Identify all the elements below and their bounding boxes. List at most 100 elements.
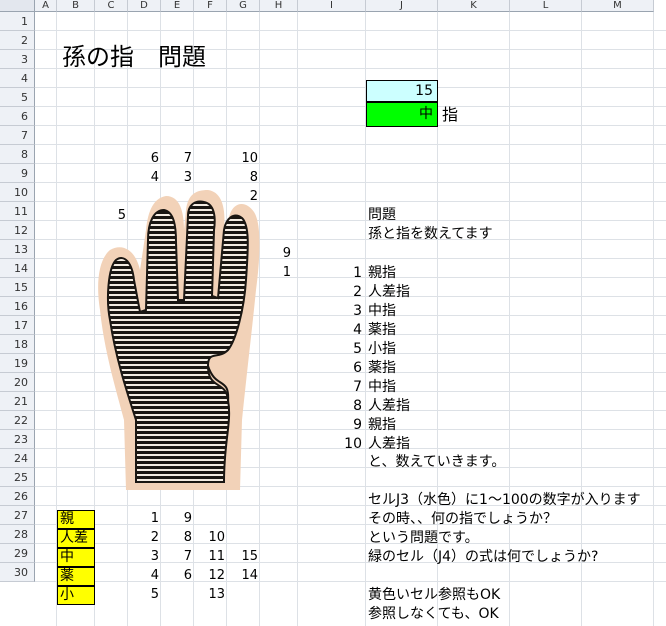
- row-header-18[interactable]: 18: [0, 335, 35, 354]
- column-header-b[interactable]: B: [57, 0, 95, 12]
- row-header-1[interactable]: 1: [0, 12, 35, 31]
- sheet-title[interactable]: 孫の指 問題: [62, 42, 206, 72]
- count-number[interactable]: 3: [330, 302, 362, 320]
- cell-d7[interactable]: 4: [135, 169, 159, 187]
- hand-illustration-icon[interactable]: [96, 190, 262, 496]
- row-header-19[interactable]: 19: [0, 354, 35, 373]
- finger-table-value[interactable]: 6: [168, 567, 192, 585]
- count-finger[interactable]: 人差指: [368, 283, 410, 301]
- problem-line-30[interactable]: 参照しなくても、OK: [368, 605, 499, 623]
- column-header-l[interactable]: L: [510, 0, 582, 12]
- count-finger[interactable]: 親指: [368, 264, 396, 282]
- count-finger[interactable]: 薬指: [368, 321, 396, 339]
- finger-table-value[interactable]: 12: [201, 567, 225, 585]
- finger-table-value[interactable]: 14: [234, 567, 258, 585]
- count-finger[interactable]: 小指: [368, 340, 396, 358]
- column-header-g[interactable]: G: [227, 0, 260, 12]
- finger-table-value[interactable]: 10: [201, 529, 225, 547]
- row-header-30[interactable]: 30: [0, 563, 35, 582]
- cell-h12[interactable]: 1: [267, 264, 291, 282]
- finger-table-value[interactable]: 5: [135, 586, 159, 604]
- row-header-15[interactable]: 15: [0, 278, 35, 297]
- row-header-3[interactable]: 3: [0, 50, 35, 69]
- finger-table-value[interactable]: 11: [201, 548, 225, 566]
- count-finger[interactable]: 人差指: [368, 435, 410, 453]
- problem-line-25[interactable]: その時、、何の指でしょうか？: [368, 510, 557, 528]
- row-header-2[interactable]: 2: [0, 31, 35, 50]
- finger-table-value[interactable]: 2: [135, 529, 159, 547]
- column-header-i[interactable]: I: [298, 0, 366, 12]
- count-finger[interactable]: 人差指: [368, 397, 410, 415]
- finger-label-cell[interactable]: 小: [57, 586, 95, 605]
- column-header-a[interactable]: A: [35, 0, 57, 12]
- problem-line-27[interactable]: 緑のセル（J4）の式は何でしょうか?: [368, 548, 598, 566]
- row-header-7[interactable]: 7: [0, 126, 35, 145]
- finger-table-value[interactable]: 3: [135, 548, 159, 566]
- column-header-f[interactable]: F: [194, 0, 227, 12]
- count-number[interactable]: 4: [330, 321, 362, 339]
- finger-label-cell[interactable]: 薬: [57, 567, 95, 586]
- problem-heading[interactable]: 問題: [368, 206, 396, 224]
- column-header-c[interactable]: C: [95, 0, 128, 12]
- row-header-23[interactable]: 23: [0, 430, 35, 449]
- cell-d6[interactable]: 6: [135, 150, 159, 168]
- finger-label-cell[interactable]: 人差: [57, 529, 95, 548]
- row-header-6[interactable]: 6: [0, 107, 35, 126]
- column-header-j[interactable]: J: [366, 0, 438, 12]
- input-cell-j3[interactable]: 15: [366, 80, 438, 102]
- row-header-9[interactable]: 9: [0, 164, 35, 183]
- row-header-5[interactable]: 5: [0, 88, 35, 107]
- cell-h11[interactable]: 9: [267, 245, 291, 263]
- row-header-26[interactable]: 26: [0, 487, 35, 506]
- cell-g7[interactable]: 8: [234, 169, 258, 187]
- finger-table-value[interactable]: 8: [168, 529, 192, 547]
- count-number[interactable]: 1: [330, 264, 362, 282]
- row-header-16[interactable]: 16: [0, 297, 35, 316]
- column-header-k[interactable]: K: [438, 0, 510, 12]
- cell-e7[interactable]: 3: [168, 169, 192, 187]
- row-header-21[interactable]: 21: [0, 392, 35, 411]
- row-header-29[interactable]: 29: [0, 544, 35, 563]
- row-header-24[interactable]: 24: [0, 449, 35, 468]
- count-number[interactable]: 2: [330, 283, 362, 301]
- finger-table-value[interactable]: 9: [168, 510, 192, 528]
- count-number[interactable]: 7: [330, 378, 362, 396]
- row-header-11[interactable]: 11: [0, 202, 35, 221]
- count-finger[interactable]: 薬指: [368, 359, 396, 377]
- count-number[interactable]: 10: [330, 435, 362, 453]
- finger-table-value[interactable]: 4: [135, 567, 159, 585]
- column-header-m[interactable]: M: [582, 0, 654, 12]
- row-header-20[interactable]: 20: [0, 373, 35, 392]
- finger-label-cell[interactable]: 親: [57, 510, 95, 529]
- row-header-8[interactable]: 8: [0, 145, 35, 164]
- problem-intro[interactable]: 孫と指を数えてます: [368, 225, 493, 243]
- result-cell-j4[interactable]: 中: [366, 102, 438, 127]
- row-header-12[interactable]: 12: [0, 221, 35, 240]
- count-number[interactable]: 8: [330, 397, 362, 415]
- row-header-10[interactable]: 10: [0, 183, 35, 202]
- cell-g6[interactable]: 10: [234, 150, 258, 168]
- finger-label-k4[interactable]: 指: [442, 104, 458, 126]
- row-header-27[interactable]: 27: [0, 506, 35, 525]
- problem-line-29[interactable]: 黄色いセル参照もOK: [368, 586, 500, 604]
- finger-table-value[interactable]: 15: [234, 548, 258, 566]
- count-number[interactable]: 5: [330, 340, 362, 358]
- count-number[interactable]: 6: [330, 359, 362, 377]
- finger-table-value[interactable]: 13: [201, 586, 225, 604]
- count-finger[interactable]: 親指: [368, 416, 396, 434]
- continue-text[interactable]: と、数えていきます。: [368, 453, 505, 471]
- column-header-d[interactable]: D: [128, 0, 161, 12]
- problem-line-26[interactable]: という問題です。: [368, 529, 479, 547]
- row-header-28[interactable]: 28: [0, 525, 35, 544]
- column-header-e[interactable]: E: [161, 0, 194, 12]
- row-header-17[interactable]: 17: [0, 316, 35, 335]
- count-number[interactable]: 9: [330, 416, 362, 434]
- finger-label-cell[interactable]: 中: [57, 548, 95, 567]
- finger-table-value[interactable]: 7: [168, 548, 192, 566]
- count-finger[interactable]: 中指: [368, 378, 396, 396]
- column-header-h[interactable]: H: [260, 0, 298, 12]
- finger-table-value[interactable]: 1: [135, 510, 159, 528]
- problem-line-24[interactable]: セルJ3（水色）に1～100の数字が入ります: [368, 491, 641, 509]
- cell-e6[interactable]: 7: [168, 150, 192, 168]
- row-header-22[interactable]: 22: [0, 411, 35, 430]
